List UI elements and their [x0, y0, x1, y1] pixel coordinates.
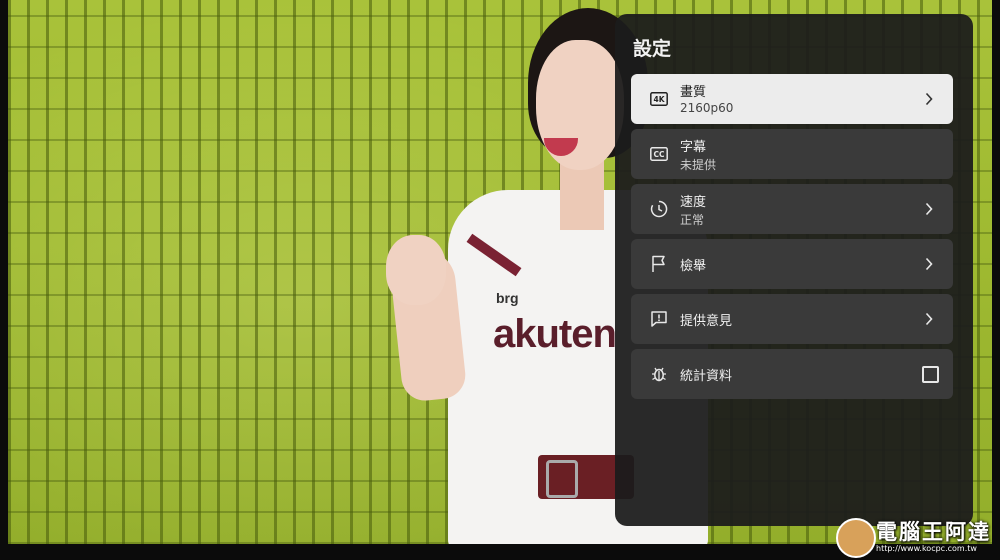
bug-icon — [649, 364, 669, 384]
chevron-right-icon — [925, 92, 933, 106]
chevron-right-icon — [925, 257, 933, 271]
speed-value: 正常 — [680, 213, 705, 227]
settings-title: 設定 — [633, 38, 672, 60]
speed-label: 速度 — [680, 195, 707, 210]
neck — [560, 160, 604, 230]
chevron-right-icon — [925, 312, 933, 326]
cc-icon: CC — [649, 144, 669, 164]
subtitles-value: 未提供 — [680, 158, 717, 172]
report-menu-item[interactable]: 檢舉 — [631, 239, 953, 289]
belt-buckle — [546, 460, 578, 498]
quality-menu-item[interactable]: 4K 畫質 2160p60 — [631, 74, 953, 124]
watermark-logo-icon — [836, 518, 876, 558]
stats-checkbox[interactable] — [922, 366, 939, 383]
stats-label: 統計資料 — [680, 369, 733, 384]
speed-menu-item[interactable]: 速度 正常 — [631, 184, 953, 234]
speed-icon — [649, 199, 669, 219]
svg-text:4K: 4K — [653, 95, 665, 104]
subtitles-label: 字幕 — [680, 140, 707, 155]
watermark-title: 電腦王阿達 — [876, 520, 991, 544]
feedback-menu-item[interactable]: 提供意見 — [631, 294, 953, 344]
jersey-brand-text: akuten — [493, 312, 617, 356]
svg-text:CC: CC — [653, 150, 665, 159]
flag-icon — [649, 254, 669, 274]
4k-icon: 4K — [649, 89, 669, 109]
jersey-sponsor-text: brg — [496, 290, 519, 306]
watermark: 電腦王阿達 http://www.kocpc.com.tw — [830, 514, 998, 558]
chevron-right-icon — [925, 202, 933, 216]
fist — [386, 235, 446, 305]
stats-menu-item[interactable]: 統計資料 — [631, 349, 953, 399]
quality-value: 2160p60 — [680, 101, 734, 115]
feedback-icon — [649, 309, 669, 329]
settings-panel: 設定 4K 畫質 2160p60 CC 字幕 未提供 速度 正常 檢舉 提供意見… — [615, 14, 973, 526]
watermark-url: http://www.kocpc.com.tw — [876, 544, 977, 553]
feedback-label: 提供意見 — [680, 314, 733, 329]
subtitles-menu-item[interactable]: CC 字幕 未提供 — [631, 129, 953, 179]
quality-label: 畫質 — [680, 85, 707, 100]
report-label: 檢舉 — [680, 259, 707, 274]
